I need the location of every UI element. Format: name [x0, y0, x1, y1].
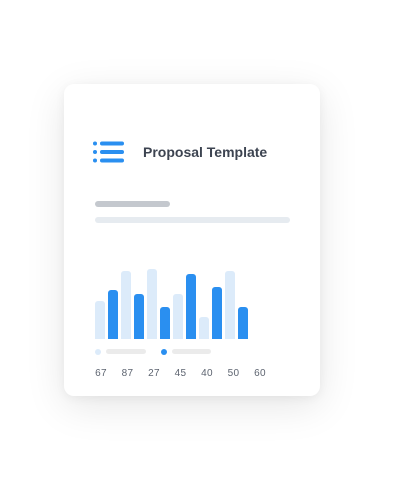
placeholder-line-short	[95, 201, 170, 207]
legend-label-placeholder	[172, 349, 211, 354]
card-title: Proposal Template	[143, 144, 268, 160]
chart-bar	[225, 271, 235, 339]
chart-bar	[160, 307, 170, 339]
x-tick-label: 45	[174, 368, 187, 379]
chart-bar	[238, 307, 248, 339]
x-tick-label: 27	[148, 368, 160, 379]
chart-bar	[212, 287, 222, 339]
chart-bar	[95, 301, 105, 339]
chart-bar	[173, 294, 183, 339]
legend-label-placeholder	[106, 349, 146, 354]
list-icon	[93, 141, 124, 163]
proposal-template-card[interactable]: Proposal Template 67 87 27 45 40 50 60	[64, 84, 320, 396]
chart-bar	[186, 274, 196, 339]
x-tick-label: 40	[201, 368, 213, 379]
chart-bar	[121, 271, 131, 339]
legend-dot-dark	[161, 349, 167, 355]
chart-bar	[134, 294, 144, 339]
x-tick-label: 50	[227, 368, 240, 379]
chart-bar	[108, 290, 118, 339]
legend-dot-light	[95, 349, 101, 355]
x-tick-label: 60	[254, 368, 266, 379]
bar-chart	[95, 269, 248, 339]
placeholder-line-long	[95, 217, 290, 223]
chart-bar	[199, 317, 209, 339]
chart-bar	[147, 269, 157, 339]
x-tick-label: 87	[121, 368, 134, 379]
x-tick-label: 67	[95, 368, 107, 379]
